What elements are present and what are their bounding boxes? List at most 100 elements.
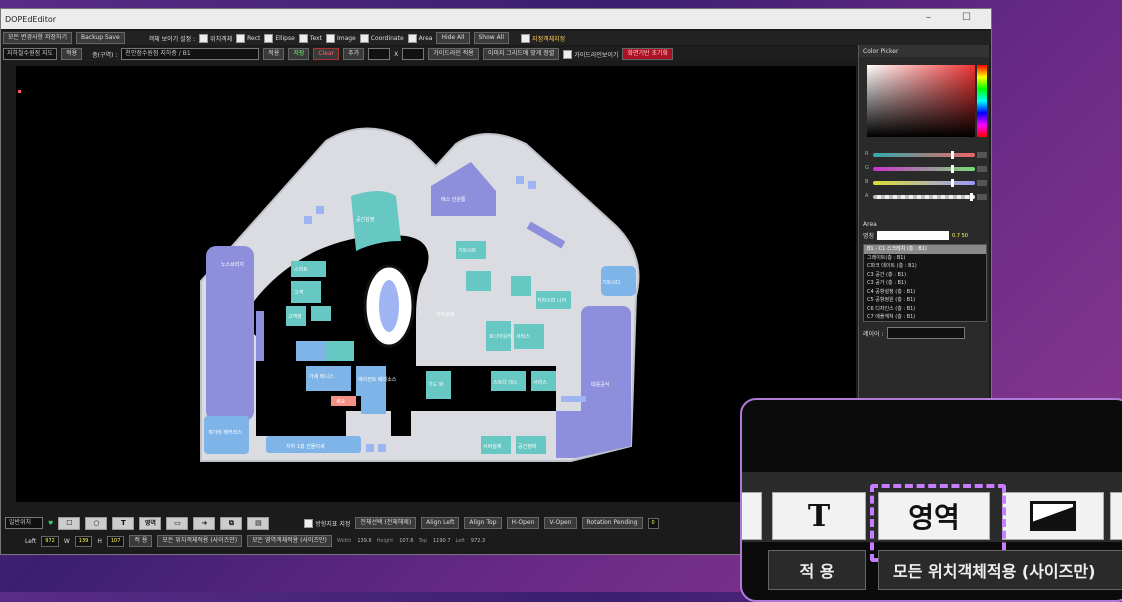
callout-apply-button[interactable]: 적 용 [768,550,866,590]
apply-all-location-button[interactable]: 모든 위치객체적용 (사이즈만) [157,535,243,547]
callout-next-button[interactable] [1110,492,1122,540]
save-all-button[interactable]: 모든 변경사항 저장하기 [3,32,73,44]
align-top-button[interactable]: Align Top [464,517,502,529]
site-apply-button[interactable]: 적용 [61,48,83,60]
ellipse-tool-button[interactable]: ○ [85,516,108,530]
direction-check[interactable]: 방향지표 지정 [304,518,350,528]
map-room[interactable] [316,206,324,214]
guideline-check[interactable]: 가이드라인보이기 [563,49,618,59]
check-image[interactable]: Image [325,33,356,43]
check-text[interactable]: Text [298,33,322,43]
callout-apply-all-button[interactable]: 모든 위치객체적용 (사이즈만) [878,550,1122,590]
h-open-button[interactable]: H-Open [506,517,540,529]
floor-select[interactable]: 천안점수원점 지하층 / B1 [121,48,260,60]
map-room[interactable] [561,396,586,402]
x-input[interactable] [368,48,391,60]
check-designated[interactable]: 지정객체지정 [521,33,565,43]
left-input[interactable]: 972 [41,535,59,547]
map-room[interactable] [304,216,312,224]
slider-knob[interactable] [969,193,973,201]
heart-icon[interactable]: ♥ [48,520,53,527]
area-list-item[interactable]: C3 공가 (층 : B1) [864,279,986,288]
area-name-input[interactable] [877,231,950,240]
map-room[interactable] [466,271,491,291]
map-room[interactable] [256,311,264,361]
map-room[interactable] [511,276,531,296]
a-slider[interactable] [873,193,975,201]
window-controls[interactable]: – ☐ [926,12,985,23]
rotation-button[interactable]: Rotation Pending [581,517,643,529]
bottom-right-purple[interactable] [556,411,631,458]
map-room[interactable] [311,306,331,321]
v-open-button[interactable]: V-Open [544,517,577,529]
hue-slider[interactable] [977,65,987,137]
grid-align-button[interactable]: 이미지 그리드에 맞게 정렬 [482,48,560,60]
area-list-item[interactable]: 그레이트(층 : B1) [864,254,986,263]
rect-tool-button[interactable]: ☐ [58,516,81,530]
align-left-button[interactable]: Align Left [421,517,460,529]
slider-knob[interactable] [950,179,954,187]
arrow-tool-button[interactable]: ➜ [193,516,216,530]
b-value[interactable] [977,180,987,186]
check-area[interactable]: Area [407,33,432,43]
map-room[interactable] [516,176,524,184]
select-all-button[interactable]: 전체선택 (전체해제) [355,517,417,529]
check-coordinate[interactable]: Coordinate [359,33,404,43]
y-input[interactable] [402,48,425,60]
site-select[interactable]: 지하철수원점 지도 [3,48,58,60]
g-value[interactable] [977,166,987,172]
a-value[interactable] [977,194,987,200]
floor-save-button[interactable]: 저장 [288,48,310,60]
area-list-item[interactable]: C6 디자인스 (층 : B1) [864,305,986,314]
show-all-button[interactable]: Show All [473,32,510,44]
w-input[interactable]: 139 [74,535,93,547]
slider-knob[interactable] [950,165,954,173]
add-button[interactable]: 추가 [343,48,365,60]
area-tool-button[interactable]: 영역 [139,516,162,530]
check-rect[interactable]: Rect [236,33,260,43]
r-value[interactable] [977,152,987,158]
image-tool-button[interactable]: ▭ [166,516,189,530]
map-room[interactable] [326,341,354,361]
central-escalator[interactable] [379,280,399,332]
hide-all-button[interactable]: Hide All [436,32,470,44]
area-list-item[interactable]: C4 공항설정 (층 : B1) [864,288,986,297]
guideline-apply-button[interactable]: 가이드라인 적용 [428,48,479,60]
area-list-item[interactable]: C파크 데이트 (층 : B1) [864,262,986,271]
map-room[interactable] [528,181,536,189]
clear-button[interactable]: Clear [313,48,340,60]
reset-view-button[interactable]: 화면기반 초기화 [622,48,674,60]
b-slider[interactable] [873,179,975,187]
callout-text-tool-button[interactable]: T [772,492,866,540]
rotation-input[interactable]: 0 [647,517,659,529]
floor-apply-button[interactable]: 적용 [263,48,285,60]
map-room[interactable] [378,444,386,452]
area-list-item[interactable]: C3 공간 (층 : B1) [864,271,986,280]
delete-tool-button[interactable]: ▤ [247,516,270,530]
left-wing[interactable] [206,246,254,421]
map-room[interactable] [361,396,386,414]
area-list-item[interactable]: C7 에플캐쳐 (층 : B1) [864,313,986,321]
text-tool-button[interactable]: T [112,516,135,530]
backup-save-button[interactable]: Backup Save [76,32,125,44]
apply-button[interactable]: 적 용 [129,535,153,547]
callout-image-tool-button[interactable] [1002,492,1104,540]
area-list-item[interactable]: C5 공항정원 (층 : B1) [864,296,986,305]
saturation-value-picker[interactable] [867,65,975,137]
check-ellipse[interactable]: Ellipse [264,33,295,43]
slider-knob[interactable] [950,151,954,159]
map-canvas[interactable]: text{font-family:"DejaVu Sans",sans-seri… [16,66,856,502]
floor-map[interactable]: text{font-family:"DejaVu Sans",sans-seri… [16,66,856,502]
layer-select[interactable] [886,327,965,339]
h-input[interactable]: 107 [106,535,125,547]
check-location[interactable]: 위치객체 [199,33,232,43]
area-list[interactable]: B1 - C1 스크레치 (층 : B1) 그레이트(층 : B1) C파크 데… [863,244,987,322]
area-list-item[interactable]: B1 - C1 스크레치 (층 : B1) [864,245,986,254]
map-room[interactable] [366,444,374,452]
g-slider[interactable] [873,165,975,173]
apply-all-area-button[interactable]: 모든 영역객체적용 (사이즈만) [247,535,332,547]
r-slider[interactable] [873,151,975,159]
mode-select[interactable]: 일반위치 [5,517,43,529]
copy-tool-button[interactable]: ⧉ [220,516,243,530]
map-room[interactable] [296,341,326,361]
